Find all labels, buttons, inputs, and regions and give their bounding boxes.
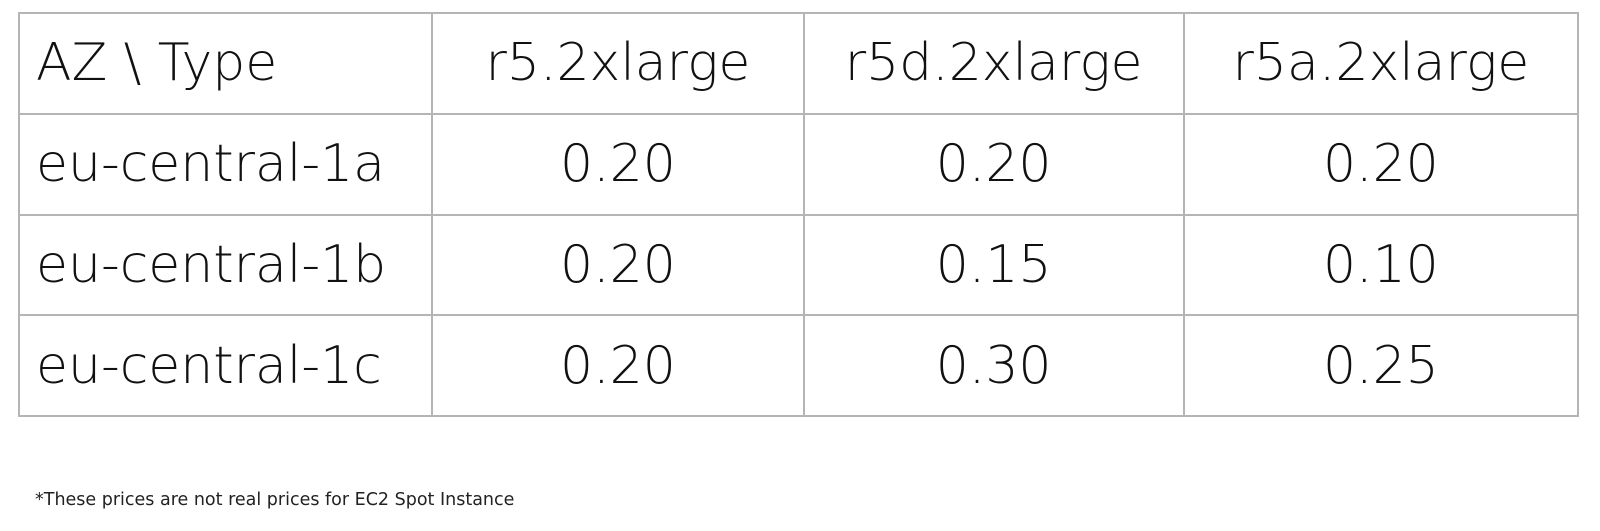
price-cell: 0.25 [1182,314,1580,417]
table-header-row: AZ \ Type r5.2xlarge r5d.2xlarge r5a.2xl… [17,12,1580,115]
column-header-r5-2xlarge: r5.2xlarge [431,12,805,115]
column-header-r5d-2xlarge: r5d.2xlarge [802,12,1185,115]
table-row: eu-central-1a 0.20 0.20 0.20 [17,112,1580,216]
table-row: eu-central-1c 0.20 0.30 0.25 [17,314,1580,417]
row-header-az: eu-central-1a [17,112,434,216]
price-cell: 0.20 [802,112,1185,216]
row-header-az: eu-central-1c [17,314,434,417]
price-cell: 0.20 [431,112,805,216]
price-cell: 0.20 [431,213,805,317]
spot-price-table: AZ \ Type r5.2xlarge r5d.2xlarge r5a.2xl… [17,12,1580,417]
price-cell: 0.30 [802,314,1185,417]
price-cell: 0.20 [1182,112,1580,216]
price-cell: 0.15 [802,213,1185,317]
column-header-r5a-2xlarge: r5a.2xlarge [1182,12,1580,115]
price-cell: 0.10 [1182,213,1580,317]
corner-header-cell: AZ \ Type [17,12,434,115]
table-row: eu-central-1b 0.20 0.15 0.10 [17,213,1580,317]
row-header-az: eu-central-1b [17,213,434,317]
price-cell: 0.20 [431,314,805,417]
footnote: *These prices are not real prices for EC… [35,490,515,510]
